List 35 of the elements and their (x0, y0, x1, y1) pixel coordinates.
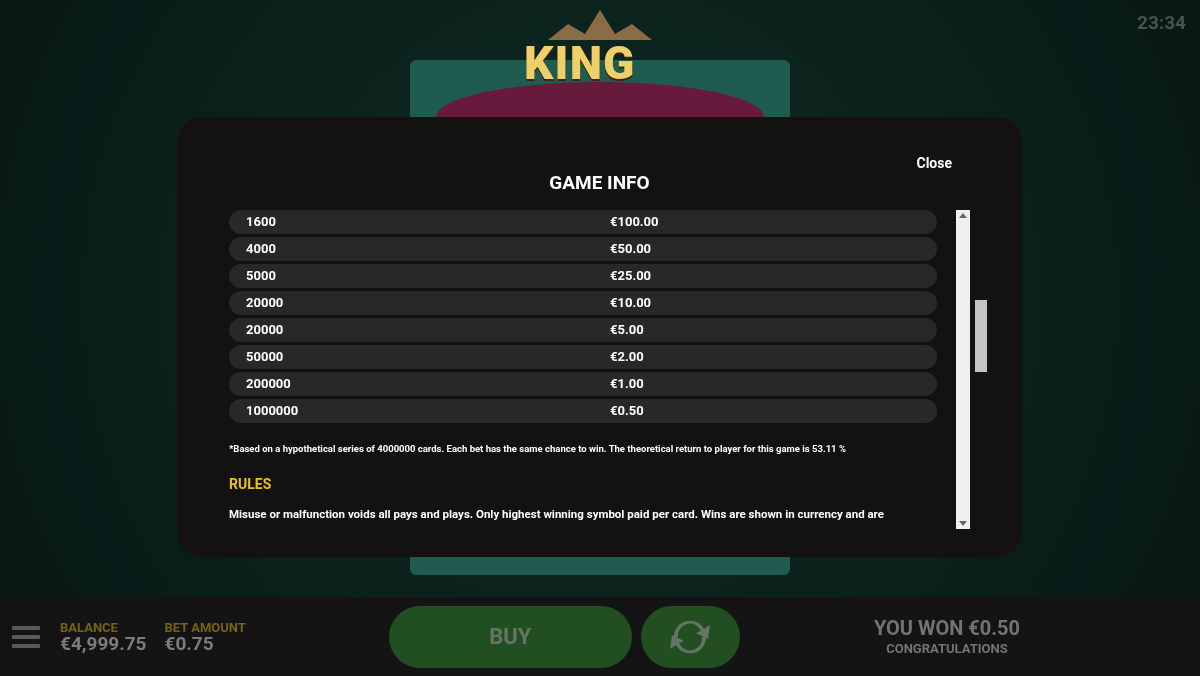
table-cell-text: €0.50 (610, 401, 644, 420)
table-cell-text: €100.00 (610, 212, 659, 231)
close-button[interactable]: Close (916, 153, 952, 171)
table-cell-text: €1.00 (610, 374, 644, 393)
dialog-title: GAME INFO (549, 170, 650, 196)
table-cell-text: 20000 (245, 293, 285, 312)
bet-amount-label: BET AMOUNT (164, 620, 246, 634)
table-cell-text: €10.00 (610, 293, 652, 312)
scroll-down-icon[interactable] (959, 520, 968, 526)
win-message: CONGRATULATIONS (886, 640, 1008, 658)
clock: 23:34 (1137, 10, 1186, 36)
table-cell-text: €25.00 (610, 266, 652, 285)
table-cell-text: 200000 (245, 374, 292, 393)
table-cell-text: 20000 (245, 320, 285, 339)
rules-text: Misuse or malfunction voids all pays and plays. Only highest winning symbol paid per card. Wins are shown in currency and are (229, 505, 885, 523)
scroll-up-icon[interactable] (959, 212, 968, 218)
menu-icon[interactable] (12, 625, 40, 648)
scrollbar-thumb[interactable] (975, 300, 987, 372)
game-logo: KING (524, 40, 636, 86)
table-cell-text: €50.00 (610, 239, 652, 258)
crown-icon (548, 10, 652, 40)
table-cell-text: 1000000 (245, 401, 300, 420)
table-cell-text: 5000 (245, 266, 277, 285)
rtp-note: *Based on a hypothetical series of 4000000 cards. Each bet has the same chance to win. The theoretical return to player for this game is 53.11 % (229, 441, 847, 456)
table-cell-text: €2.00 (610, 347, 644, 366)
balance-value: €4,999.75 (60, 633, 147, 653)
balance-label: BALANCE (60, 620, 119, 634)
win-amount: YOU WON €0.50 (873, 615, 1020, 641)
rules-heading: RULES (229, 474, 273, 494)
table-cell-text: 1600 (245, 212, 277, 231)
table-cell-text: 4000 (245, 239, 277, 258)
table-cell-text: €5.00 (610, 320, 644, 339)
bet-amount-value: €0.75 (164, 633, 214, 653)
scrollbar[interactable] (956, 209, 970, 529)
table-cell-text: 50000 (245, 347, 285, 366)
